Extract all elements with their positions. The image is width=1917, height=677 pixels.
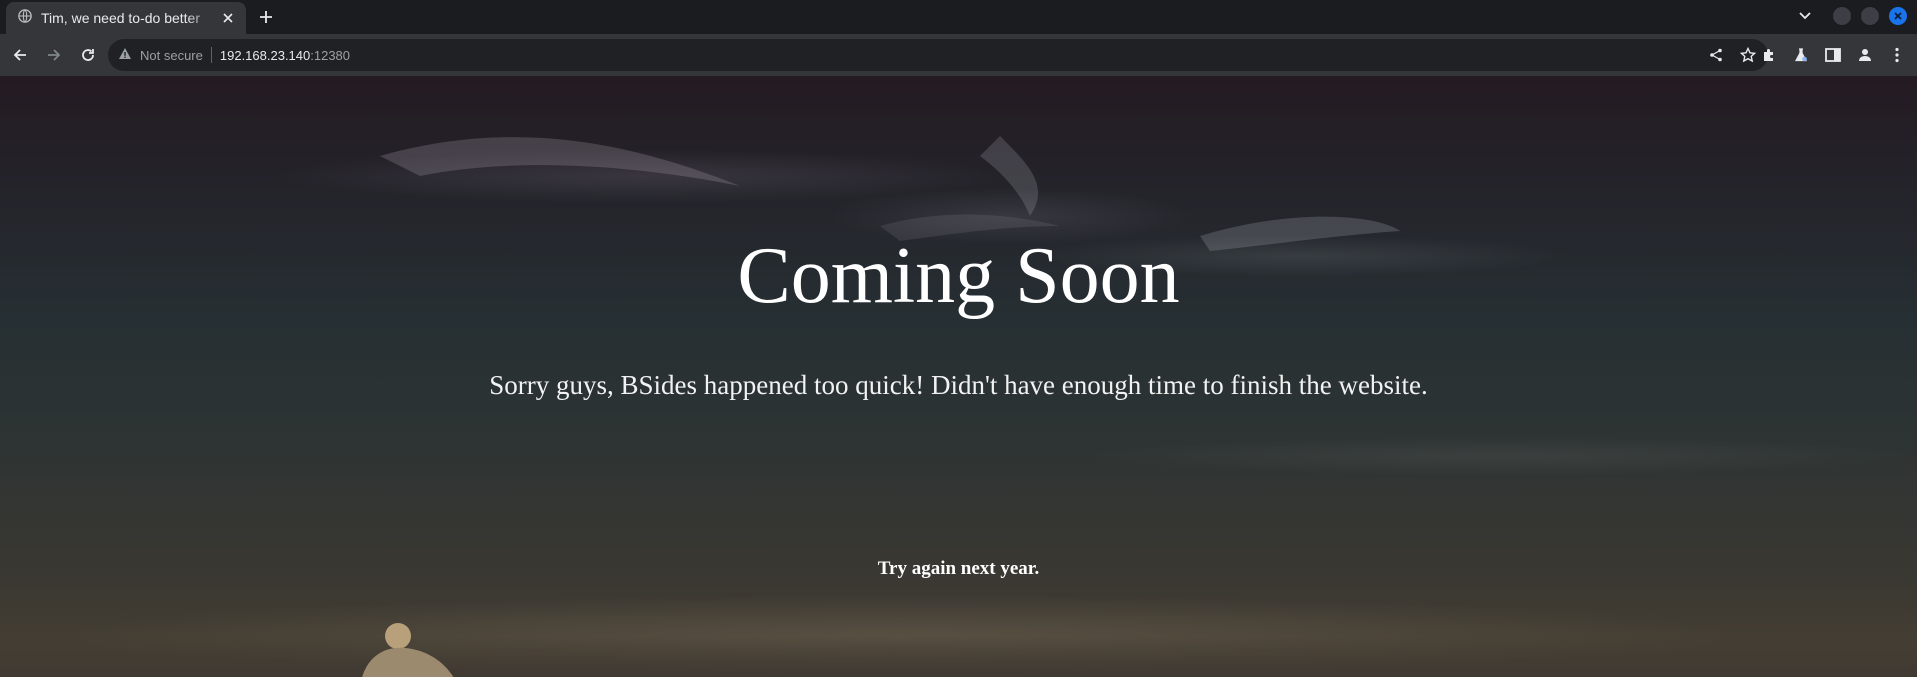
horizon-clouds	[0, 636, 1917, 677]
page-subtitle: Sorry guys, BSides happened too quick! D…	[489, 370, 1428, 400]
profile-icon[interactable]	[1853, 43, 1877, 67]
minimize-button[interactable]	[1833, 7, 1851, 25]
warning-icon	[118, 47, 132, 63]
security-label: Not secure	[140, 47, 203, 63]
tab-strip: Tim, we need to-do better	[0, 0, 1917, 34]
url-host: 192.168.23.140	[219, 47, 311, 63]
menu-kebab-icon[interactable]	[1885, 43, 1909, 67]
forward-button[interactable]	[38, 39, 70, 71]
browser-toolbar: Not secure 192.168.23.140:12380	[0, 34, 1917, 76]
reload-button[interactable]	[72, 39, 104, 71]
page-footer-note: Try again next year.	[877, 558, 1040, 579]
labs-flask-icon[interactable]	[1789, 43, 1813, 67]
maximize-button[interactable]	[1861, 7, 1879, 25]
browser-tab[interactable]: Tim, we need to-do better	[6, 2, 246, 34]
site-info-button[interactable]: Not secure	[118, 47, 203, 63]
new-tab-button[interactable]	[254, 5, 278, 29]
side-panel-icon[interactable]	[1821, 43, 1845, 67]
statue-figure	[350, 616, 460, 677]
url-port: :12380	[310, 47, 351, 63]
close-icon[interactable]	[218, 8, 238, 28]
page-title: Coming Soon	[737, 232, 1180, 320]
tab-title: Tim, we need to-do better	[41, 10, 201, 26]
window-close-button[interactable]	[1889, 7, 1907, 25]
globe-icon	[18, 8, 32, 28]
address-bar[interactable]: Not secure 192.168.23.140:12380	[108, 39, 1768, 71]
page-viewport: Coming Soon Sorry guys, BSides happened …	[0, 76, 1917, 677]
share-icon[interactable]	[1704, 43, 1728, 67]
divider	[210, 47, 212, 63]
extensions-icon[interactable]	[1757, 43, 1781, 67]
back-button[interactable]	[4, 39, 36, 71]
chevron-down-icon[interactable]	[1795, 6, 1815, 26]
